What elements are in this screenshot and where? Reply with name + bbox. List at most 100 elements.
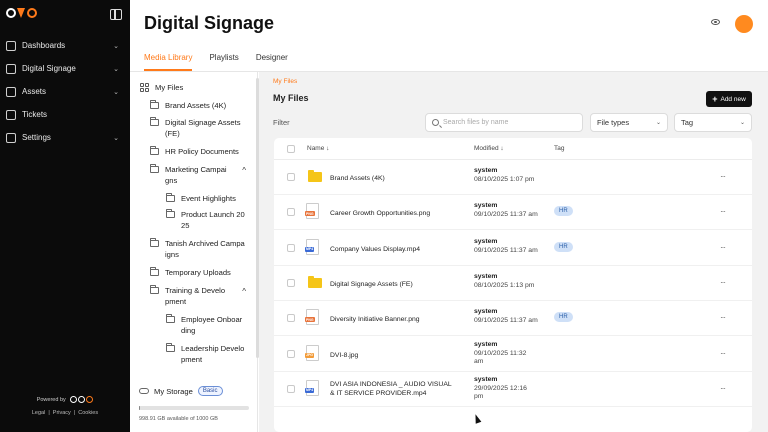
tree-folder[interactable]: HR Policy Documents [149,146,256,157]
tab-bar: Media Library Playlists Designer [144,53,288,71]
sidebar-collapse-icon[interactable] [110,9,122,20]
search-icon [432,119,439,126]
sidebar-item-label: Settings [22,133,51,142]
add-new-button[interactable]: + Add new [706,91,752,107]
tree-folder[interactable]: Leadership Develo pment [165,343,256,365]
file-name[interactable]: Digital Signage Assets (FE) [330,280,413,289]
folder-icon [308,170,322,182]
sidebar-item-label: Digital Signage [22,64,76,73]
tree-folder[interactable]: Training & Develo pment ^ [149,285,256,307]
plus-icon: + [712,94,718,104]
sidebar-item-settings[interactable]: Settings ⌄ [0,126,130,149]
row-checkbox[interactable] [287,349,295,358]
modified-column-header[interactable]: Modified ↓ [474,145,504,152]
row-checkbox[interactable] [287,243,295,252]
png-file-icon: PNG [305,203,319,220]
more-actions-icon[interactable]: ··· [720,349,726,358]
tree-folder[interactable]: Brand Assets (4K) [149,100,256,111]
cookies-link[interactable]: Cookies [78,410,98,416]
sidebar-item-digital-signage[interactable]: Digital Signage ⌄ [0,57,130,80]
more-actions-icon[interactable]: ··· [720,278,726,287]
sidebar: Dashboards ⌄ Digital Signage ⌄ Assets ⌄ Ticket… [0,0,130,432]
more-actions-icon[interactable]: ··· [720,172,726,181]
select-all-checkbox[interactable] [287,145,295,153]
tree-folder[interactable]: Employee Onboar ding [165,314,256,336]
row-checkbox[interactable] [287,208,295,217]
tree-folder[interactable]: Marketing Campai gns ^ [149,164,256,186]
search-placeholder: Search files by name [443,119,509,126]
table-row[interactable]: PNG Diversity Initiative Banner.png system… [274,301,752,337]
page-title: Digital Signage [144,13,275,33]
breadcrumb[interactable]: My Files [273,78,297,85]
folder-icon [149,267,159,276]
tag-column-header: Tag [554,145,565,152]
folder-icon [149,285,159,294]
file-name[interactable]: Diversity Initiative Banner.png [330,315,420,324]
eye-icon[interactable] [711,19,720,25]
table-header: Name ↓ Modified ↓ Tag [274,138,752,160]
file-name[interactable]: Career Growth Opportunities.png [330,209,430,218]
tab-designer[interactable]: Designer [256,53,288,71]
files-title: My Files [273,93,309,103]
tree-folder[interactable]: Temporary Uploads [149,267,256,278]
tree-folder[interactable]: Product Launch 20 25 [165,209,256,231]
tag-badge: HR [554,312,573,323]
table-row[interactable]: Brand Assets (4K) system 08/10/2025 1:07 p… [274,160,752,195]
folder-tree: My Files Brand Assets (4K) Digital Signage… [130,72,258,432]
mp4-file-icon: MP4 [305,238,319,255]
file-name[interactable]: Company Values Display.mp4 [330,245,420,254]
more-actions-icon[interactable]: ··· [720,384,726,393]
storage-text: 998.91 GB available of 1000 GB [139,416,218,422]
chevron-up-icon[interactable]: ^ [242,286,246,297]
tree-folder[interactable]: Tanish Archived Campa igns [149,238,256,260]
modified-date: 09/10/2025 11:37 am [474,211,538,219]
more-actions-icon[interactable]: ··· [720,207,726,216]
tab-playlists[interactable]: Playlists [209,53,238,71]
table-row[interactable]: MP4 Company Values Display.mp4 system 09/10… [274,231,752,266]
more-actions-icon[interactable]: ··· [720,313,726,322]
row-checkbox[interactable] [287,278,295,287]
row-checkbox[interactable] [287,314,295,323]
modified-by: system [474,202,498,210]
tree-folder[interactable]: Event Highlights [165,193,256,204]
row-checkbox[interactable] [287,384,295,393]
sidebar-item-label: Assets [22,87,47,96]
sidebar-item-tickets[interactable]: Tickets [0,103,130,126]
table-row[interactable]: JPG DVI-8.jpg system 09/10/2025 11:32 am ··· [274,337,752,372]
name-column-header[interactable]: Name ↓ [307,145,329,152]
brand-logo[interactable] [6,8,37,18]
legal-link[interactable]: Legal [32,410,45,416]
folder-icon [149,238,159,247]
assets-icon [6,86,16,97]
modified-date: 09/10/2025 11:37 am [474,246,538,254]
file-types-select[interactable]: File types ⌄ [590,113,668,132]
avatar[interactable] [735,15,753,33]
jpg-file-icon: JPG [305,344,319,361]
table-row[interactable]: PNG Career Growth Opportunities.png system… [274,195,752,231]
tag-badge: HR [554,206,573,217]
file-name[interactable]: DVI-8.jpg [330,351,358,360]
filter-label: Filter [273,118,290,127]
chevron-down-icon: ⌄ [655,120,661,126]
folder-icon [308,275,322,288]
search-input[interactable]: Search files by name [425,113,583,132]
chevron-up-icon[interactable]: ^ [242,165,246,176]
tag-select[interactable]: Tag ⌄ [674,113,752,132]
row-checkbox[interactable] [287,173,295,181]
tree-folder[interactable]: Digital Signage Assets (FE) [149,117,256,139]
file-name[interactable]: Brand Assets (4K) [330,174,385,183]
tab-media-library[interactable]: Media Library [144,53,193,71]
table-row[interactable]: Digital Signage Assets (FE) system 08/10/2… [274,266,752,301]
privacy-link[interactable]: Privacy [53,410,71,416]
storage-summary: My Storage Basic [139,386,223,396]
modified-date: 08/10/2025 1:07 pm [474,176,535,183]
tree-root-my-files[interactable]: My Files [140,82,257,93]
chevron-down-icon: ⌄ [113,42,119,50]
modified-by: system [474,308,498,316]
sidebar-item-assets[interactable]: Assets ⌄ [0,80,130,103]
table-row[interactable]: MP4 DVI ASIA INDONESIA _ AUDIO VISUAL & I… [274,372,752,407]
sidebar-item-dashboards[interactable]: Dashboards ⌄ [0,34,130,57]
file-name[interactable]: DVI ASIA INDONESIA _ AUDIO VISUAL & IT S… [330,380,452,398]
grid-icon [140,83,149,92]
more-actions-icon[interactable]: ··· [720,243,726,252]
